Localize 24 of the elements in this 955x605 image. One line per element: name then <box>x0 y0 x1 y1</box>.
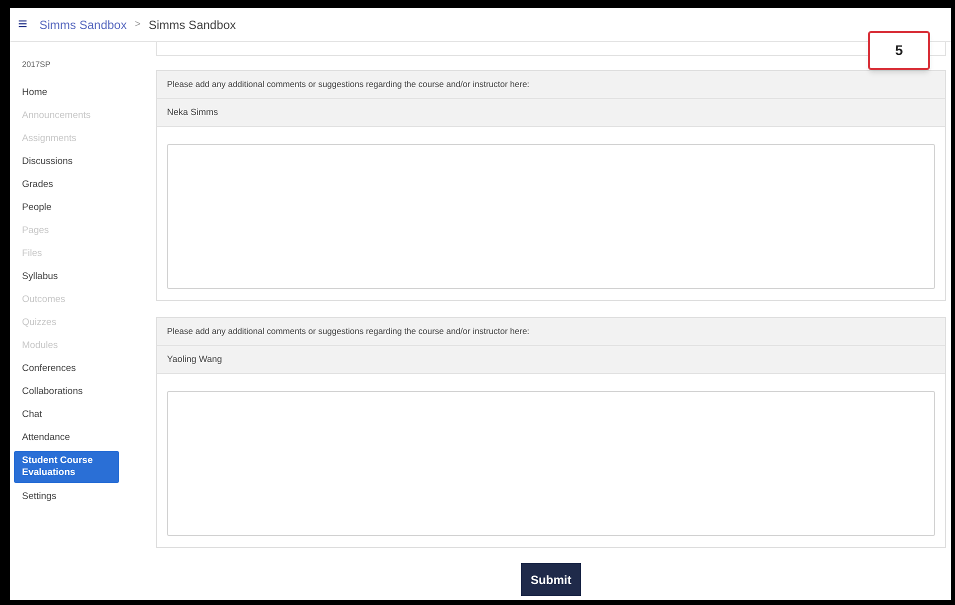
sidebar-item[interactable]: Grades <box>14 173 155 196</box>
sidebar-item[interactable]: Collaborations <box>14 380 155 403</box>
instructor-name: Yaoling Wang <box>157 346 945 374</box>
menu-icon[interactable]: ≡ <box>18 16 28 32</box>
submit-button[interactable]: Submit <box>520 563 582 596</box>
breadcrumb-link[interactable]: Simms Sandbox <box>39 16 127 34</box>
term-label: 2017SP <box>21 59 52 71</box>
question-prompt: Please add any additional comments or suggestions regarding the course and/or instructor here: <box>157 318 945 346</box>
instructor-name: Neka Simms <box>157 99 945 127</box>
sidebar-item[interactable]: Student Course Evaluations <box>14 451 119 483</box>
sidebar-item[interactable]: Discussions <box>14 150 155 173</box>
breadcrumb-separator: > <box>134 18 141 32</box>
sidebar-item[interactable]: Attendance <box>14 426 155 449</box>
question-prompt: Please add any additional comments or suggestions regarding the course and/or instructor here: <box>157 71 945 99</box>
sidebar-item[interactable]: People <box>14 196 155 219</box>
sidebar-item[interactable]: Settings <box>14 485 155 508</box>
sidebar-item[interactable]: Syllabus <box>14 265 155 288</box>
comment-field[interactable] <box>167 391 935 536</box>
breadcrumb-current: Simms Sandbox <box>148 16 236 34</box>
sidebar-item[interactable]: Home <box>14 81 155 104</box>
comment-field[interactable] <box>167 144 935 289</box>
step-number-callout: 5 <box>868 31 930 70</box>
sidebar-item[interactable]: Chat <box>14 403 155 426</box>
sidebar-item[interactable]: Conferences <box>14 357 155 380</box>
